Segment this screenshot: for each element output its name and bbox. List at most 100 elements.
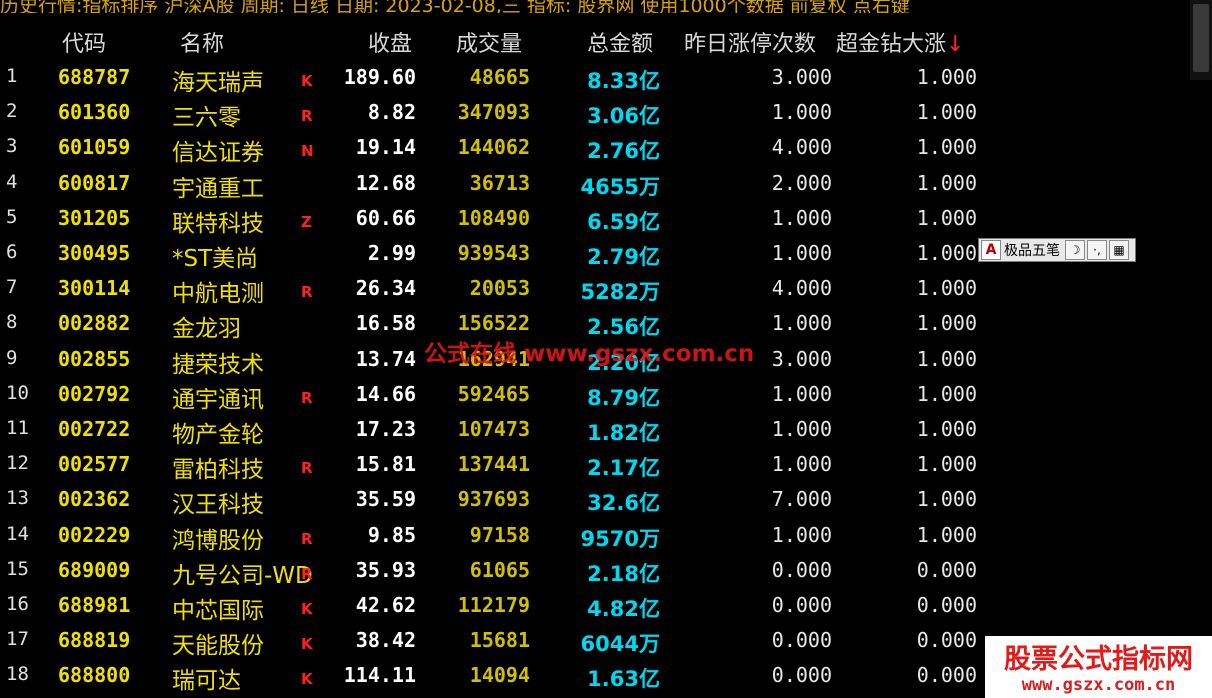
keyboard-icon[interactable]: ▦ — [1109, 240, 1129, 260]
row-index: 6 — [6, 241, 18, 263]
zt-count: 1.000 — [771, 311, 832, 336]
table-row[interactable]: 7 300114 中航电测 R 26.34 20053 5282万 4.000 1.000 — [0, 273, 1000, 308]
stock-flag: R — [301, 564, 313, 583]
ime-mode-icon[interactable]: A — [981, 240, 1001, 260]
zt-count: 0.000 — [771, 557, 832, 582]
col-header-zt-count[interactable]: 昨日涨停次数 — [684, 26, 816, 58]
zt-count: 4.000 — [771, 276, 832, 301]
stock-flag: R — [301, 459, 313, 478]
row-index: 15 — [6, 557, 29, 580]
table-row[interactable]: 14 002229 鸿博股份 R 9.85 97158 9570万 1.000 1.000 — [0, 520, 1000, 555]
super-gold: 1.000 — [916, 205, 977, 230]
row-index: 4 — [6, 170, 18, 193]
close-price: 189.60 — [343, 65, 416, 89]
stock-name: 捷荣技术 — [172, 351, 264, 378]
table-row[interactable]: 13 002362 汉王科技 35.59 937693 32.6亿 7.000 1.000 — [0, 484, 1000, 519]
volume: 108490 — [457, 205, 530, 230]
row-index: 12 — [6, 452, 29, 475]
total-amount: 2.76亿 — [587, 139, 660, 164]
table-row[interactable]: 17 688819 天能股份 K 38.42 15681 6044万 0.000 0.000 — [0, 625, 1000, 660]
table-row[interactable]: 5 301205 联特科技 Z 60.66 108490 6.59亿 1.000 1.000 — [0, 203, 1000, 238]
super-gold: 1.000 — [916, 170, 977, 195]
stock-flag: R — [301, 107, 313, 126]
close-price: 35.59 — [355, 487, 416, 512]
stock-code: 002722 — [58, 417, 131, 441]
ime-toolbar[interactable]: A 极品五笔 ☽ ·, ▦ — [978, 238, 1136, 262]
stock-flag: K — [301, 670, 313, 689]
total-amount: 6.59亿 — [587, 209, 660, 234]
row-index: 11 — [6, 417, 29, 439]
table-row[interactable]: 16 688981 中芯国际 K 42.62 112179 4.82亿 0.000 0.000 — [0, 590, 1000, 625]
table-row[interactable]: 6 300495 *ST美尚 2.99 939543 2.79亿 1.000 1.000 — [0, 238, 1000, 273]
super-gold: 1.000 — [916, 65, 977, 89]
total-amount: 9570万 — [580, 526, 660, 551]
stock-code: 300495 — [58, 241, 131, 265]
stock-code: 002792 — [58, 381, 131, 406]
total-amount: 4655万 — [580, 174, 660, 199]
stock-code: 002882 — [58, 311, 131, 336]
stock-code: 002229 — [58, 522, 131, 547]
col-header-close[interactable]: 收盘 — [368, 26, 412, 58]
stock-name: 信达证券 — [172, 140, 264, 167]
col-header-amount[interactable]: 总金额 — [587, 26, 653, 58]
moon-icon[interactable]: ☽ — [1065, 240, 1085, 260]
stock-name: 海天瑞声 — [172, 70, 264, 96]
table-row[interactable]: 3 601059 信达证券 N 19.14 144062 2.76亿 4.000 1.000 — [0, 132, 1000, 167]
stock-name: 瑞可达 — [172, 668, 241, 695]
close-price: 114.11 — [343, 663, 416, 688]
site-logo: 股票公式指标网 www.gszx.com.cn — [985, 636, 1212, 698]
volume: 14094 — [469, 663, 530, 688]
stock-code: 301205 — [58, 205, 131, 230]
scrollbar[interactable] — [1190, 0, 1212, 80]
table-row[interactable]: 4 600817 宇通重工 12.68 36713 4655万 2.000 1.000 — [0, 168, 1000, 203]
volume: 20053 — [469, 276, 530, 301]
stock-name: 鸿博股份 — [172, 527, 264, 554]
row-index: 10 — [6, 381, 29, 404]
volume: 15681 — [469, 628, 530, 653]
ime-label[interactable]: 极品五笔 — [1001, 240, 1063, 260]
zt-count: 1.000 — [771, 452, 832, 477]
table-row[interactable]: 18 688800 瑞可达 K 114.11 14094 1.63亿 0.000 0.000 — [0, 660, 1000, 695]
table-row[interactable]: 10 002792 通宇通讯 R 14.66 592465 8.79亿 1.000 1.000 — [0, 379, 1000, 414]
watermark: 公式在线 www.gszx.com.cn — [424, 341, 755, 367]
total-amount: 8.79亿 — [587, 385, 660, 410]
col-header-code[interactable]: 代码 — [62, 26, 106, 58]
close-price: 14.66 — [355, 381, 416, 406]
total-amount: 5282万 — [580, 280, 660, 305]
logo-url: www.gszx.com.cn — [1021, 675, 1176, 695]
stock-code: 002577 — [58, 452, 131, 477]
row-index: 2 — [6, 100, 18, 123]
volume: 144062 — [457, 135, 530, 160]
zt-count: 0.000 — [771, 628, 832, 653]
punctuation-icon[interactable]: ·, — [1087, 240, 1107, 260]
table-row[interactable]: 1 688787 海天瑞声 K 189.60 48665 8.33亿 3.000 1.000 — [0, 62, 1000, 97]
stock-name: 联特科技 — [172, 210, 264, 237]
stock-code: 002855 — [58, 346, 131, 371]
table-row[interactable]: 15 689009 九号公司-WD R 35.93 61065 2.18亿 0.000 0.00… — [0, 555, 1000, 590]
scrollbar-thumb[interactable] — [1193, 4, 1209, 72]
table-row[interactable]: 11 002722 物产金轮 17.23 107473 1.82亿 1.000 1.000 — [0, 414, 1000, 449]
zt-count: 1.000 — [771, 522, 832, 547]
row-index: 5 — [6, 205, 18, 228]
stock-flag: K — [301, 635, 313, 654]
total-amount: 4.82亿 — [587, 597, 660, 621]
col-header-name[interactable]: 名称 — [180, 26, 224, 58]
col-header-super-gold[interactable]: 超金钻大涨↓ — [836, 26, 964, 58]
close-price: 26.34 — [355, 276, 416, 301]
col-header-volume[interactable]: 成交量 — [456, 26, 522, 58]
volume: 937693 — [457, 487, 530, 512]
stock-flag: K — [301, 72, 313, 90]
close-price: 15.81 — [355, 452, 416, 477]
close-price: 60.66 — [355, 205, 416, 230]
row-index: 1 — [6, 65, 18, 87]
stock-name: 天能股份 — [172, 633, 264, 660]
stock-name: 通宇通讯 — [172, 386, 264, 413]
close-price: 38.42 — [355, 628, 416, 653]
table-row[interactable]: 12 002577 雷柏科技 R 15.81 137441 2.17亿 1.000 1.000 — [0, 449, 1000, 484]
table-row[interactable]: 2 601360 三六零 R 8.82 347093 3.06亿 1.000 1.000 — [0, 97, 1000, 132]
stock-flag: R — [301, 529, 313, 548]
close-price: 16.58 — [355, 311, 416, 336]
sort-desc-icon: ↓ — [946, 32, 965, 57]
stock-name: 中芯国际 — [172, 598, 264, 624]
close-price: 42.62 — [355, 593, 416, 617]
